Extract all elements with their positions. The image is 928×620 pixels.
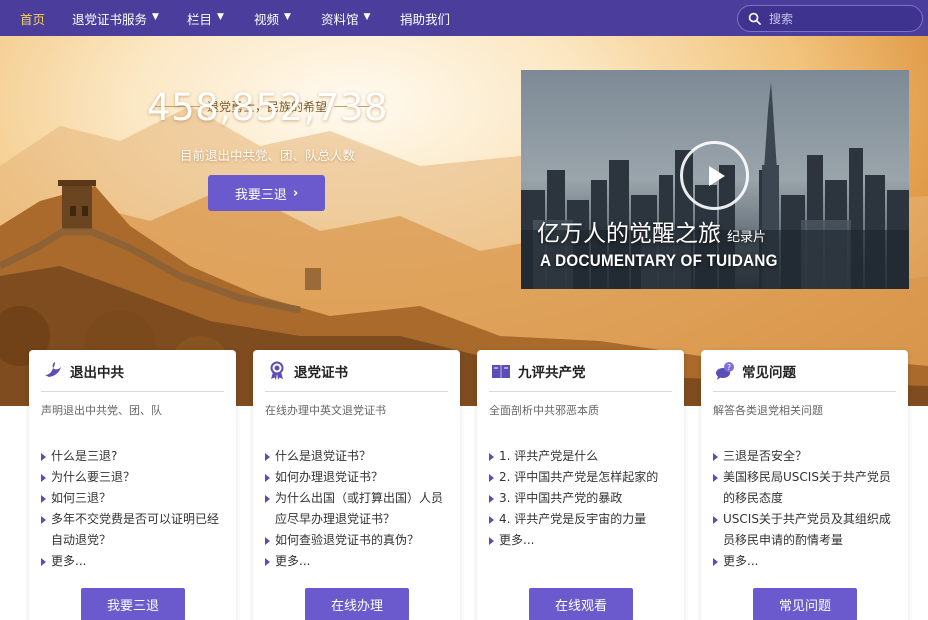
card-certificate: 退党证书 在线办理中英文退党证书 什么是退党证书？ 如何办理退党证书？ 为什么出…	[253, 350, 460, 620]
list-item[interactable]: 为什么出国（或打算出国）人员应尽早办理退党证书？	[265, 488, 448, 530]
list-item-more[interactable]: 更多...	[713, 551, 896, 572]
chevron-down-icon: ▼	[152, 12, 159, 22]
nav-item-label: 捐助我们	[400, 11, 451, 27]
card-title: 退党证书	[294, 364, 348, 381]
card-description: 声明退出中共党、团、队	[41, 404, 162, 417]
search-input[interactable]	[769, 11, 909, 26]
list-item[interactable]: 4. 评共产党是反宇宙的力量	[489, 509, 672, 530]
card-nine-commentaries: 九评共产党 全面剖析中共邪恶本质 1. 评共产党是什么 2. 评中国共产党是怎样…	[477, 350, 684, 620]
list-item[interactable]: 如何办理退党证书？	[265, 467, 448, 488]
list-item[interactable]: 为什么要三退？	[41, 467, 224, 488]
nav-item-label: 首页	[20, 11, 46, 27]
nav-item-videos[interactable]: 视频 ▼	[254, 0, 291, 36]
nav-item-certificate-service[interactable]: 退党证书服务 ▼	[72, 0, 159, 36]
card-action-button[interactable]: 常见问题	[753, 588, 857, 620]
list-item[interactable]: 三退是否安全？	[713, 446, 896, 467]
list-item[interactable]: 2. 评中国共产党是怎样起家的	[489, 467, 672, 488]
chat-question-icon: ?	[716, 361, 734, 380]
card-title: 九评共产党	[518, 364, 586, 381]
nav-item-columns[interactable]: 栏目 ▼	[187, 0, 224, 36]
card-action-button[interactable]: 在线办理	[305, 588, 409, 620]
quit-party-button[interactable]: 我要三退 ›	[208, 175, 325, 211]
dove-icon	[45, 361, 61, 377]
list-item[interactable]: 什么是三退?	[41, 446, 224, 467]
chevron-down-icon: ▼	[363, 12, 371, 22]
card-header: ? 常见问题	[713, 350, 896, 392]
card-title: 退出中共	[70, 364, 124, 381]
svg-text:?: ?	[727, 363, 731, 372]
book-icon	[492, 364, 510, 378]
card-action-button[interactable]: 我要三退	[81, 588, 185, 620]
list-item[interactable]: 什么是退党证书？	[265, 446, 448, 467]
card-title: 常见问题	[742, 364, 796, 381]
card-header: 退出中共	[41, 350, 224, 392]
card-link-list: 什么是三退? 为什么要三退？ 如何三退？ 多年不交党费是否可以证明已经自动退党？…	[41, 446, 224, 572]
card-description: 解答各类退党相关问题	[713, 404, 823, 417]
nav-item-label: 退党证书服务	[72, 11, 148, 27]
list-item-more[interactable]: 更多...	[489, 530, 672, 551]
nav-item-home[interactable]: 首页	[20, 0, 45, 36]
card-quit-ccp: 退出中共 声明退出中共党、团、队 什么是三退? 为什么要三退？ 如何三退？ 多年…	[29, 350, 236, 620]
certificate-icon	[270, 361, 284, 380]
chevron-down-icon: ▼	[284, 12, 291, 22]
card-header: 九评共产党	[489, 350, 672, 392]
list-item[interactable]: 1. 评共产党是什么	[489, 446, 672, 467]
card-description: 全面剖析中共邪恶本质	[489, 404, 599, 417]
search-box[interactable]	[737, 5, 923, 32]
nav-item-label: 资料馆	[321, 11, 359, 27]
list-item[interactable]: 如何三退？	[41, 488, 224, 509]
play-icon[interactable]	[680, 141, 749, 210]
list-item[interactable]: 美国移民局USCIS关于共产党员的移民态度	[713, 467, 896, 509]
video-title-tag: 纪录片	[727, 230, 767, 245]
list-item[interactable]: 如何查验退党证书的真伪？	[265, 530, 448, 551]
nav-item-label: 栏目	[187, 11, 213, 27]
quit-count: 458,852,738	[147, 86, 388, 129]
list-item-more[interactable]: 更多...	[41, 551, 224, 572]
list-item-more[interactable]: 更多...	[265, 551, 448, 572]
nav-item-archive[interactable]: 资料馆 ▼	[321, 0, 370, 36]
list-item[interactable]: USCIS关于共产党员及其组织成员移民申请的酌情考量	[713, 509, 896, 551]
nav-item-donate[interactable]: 捐助我们	[400, 0, 450, 36]
card-header: 退党证书	[265, 350, 448, 392]
play-triangle	[709, 165, 725, 186]
nav-item-label: 视频	[254, 11, 280, 27]
search-icon	[748, 12, 761, 25]
chevron-right-icon: ›	[292, 185, 299, 201]
card-link-list: 什么是退党证书？ 如何办理退党证书？ 为什么出国（或打算出国）人员应尽早办理退党…	[265, 446, 448, 572]
card-faq: ? 常见问题 解答各类退党相关问题 三退是否安全？ 美国移民局USCIS关于共产…	[701, 350, 908, 620]
card-description: 在线办理中英文退党证书	[265, 404, 386, 417]
list-item[interactable]: 多年不交党费是否可以证明已经自动退党？	[41, 509, 224, 551]
quit-party-button-label: 我要三退	[234, 187, 287, 203]
quit-count-description: 目前退出中共党、团、队总人数	[179, 148, 355, 163]
video-subtitle: A DOCUMENTARY OF TUIDANG	[540, 252, 778, 270]
card-link-list: 1. 评共产党是什么 2. 评中国共产党是怎样起家的 3. 评中国共产党的暴政 …	[489, 446, 672, 551]
card-action-button[interactable]: 在线观看	[529, 588, 633, 620]
top-nav: 首页 退党证书服务 ▼ 栏目 ▼ 视频 ▼ 资料馆 ▼ 捐助我们	[0, 0, 928, 36]
card-link-list: 三退是否安全？ 美国移民局USCIS关于共产党员的移民态度 USCIS关于共产党…	[713, 446, 896, 572]
video-title: 亿万人的觉醒之旅 纪录片	[537, 214, 766, 248]
video-title-text: 亿万人的觉醒之旅	[537, 221, 721, 247]
chevron-down-icon: ▼	[217, 12, 224, 22]
list-item[interactable]: 3. 评中国共产党的暴政	[489, 488, 672, 509]
